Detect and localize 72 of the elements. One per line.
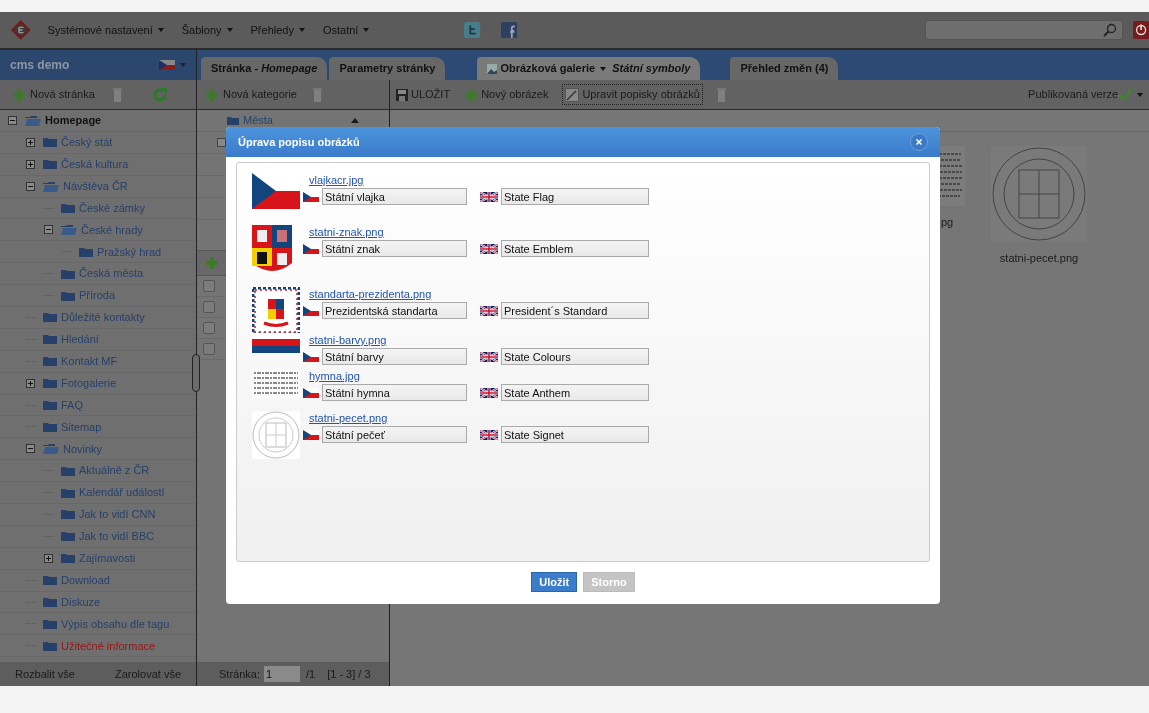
description-input[interactable]: Státní hymna <box>322 384 467 401</box>
tree-item[interactable]: Homepage <box>45 112 102 129</box>
page-input[interactable]: 1 <box>263 666 300 682</box>
tree-item[interactable]: Kontakt MF <box>61 353 118 370</box>
tab[interactable]: Stránka - Homepage <box>201 57 328 80</box>
new-page-button[interactable]: Nová stránka <box>12 86 95 103</box>
menu-item[interactable]: Systémové nastavení <box>47 21 153 39</box>
category-item[interactable]: Města <box>243 112 273 129</box>
description-input[interactable]: Prezidentská standarta <box>322 302 467 319</box>
description-input[interactable]: State Flag <box>501 188 649 205</box>
menu-item[interactable]: Ostatní <box>322 21 359 39</box>
tree-item[interactable]: Česká kultura <box>61 155 129 173</box>
description-input[interactable]: State Emblem <box>501 240 649 257</box>
description-input[interactable]: State Colours <box>501 348 649 365</box>
tree-item[interactable]: Návštěva ČR <box>63 177 128 195</box>
description-input[interactable]: State Anthem <box>501 384 649 401</box>
site-name: cms demo <box>10 57 70 74</box>
tree-item[interactable]: Jak to vidí CNN <box>79 506 156 523</box>
tree-item[interactable]: Důležité kontakty <box>61 309 145 326</box>
file-link[interactable]: statni-barvy.png <box>309 333 387 347</box>
tree-item[interactable]: Diskuze <box>61 593 101 611</box>
tree-item[interactable]: Užitečné informace <box>61 637 156 655</box>
tree-item[interactable]: Sitemap <box>61 418 102 436</box>
image-caption: pg <box>940 215 954 230</box>
footer-link[interactable]: Rozbalit vše <box>15 665 75 683</box>
dialog-button: Storno <box>583 572 635 592</box>
description-input[interactable]: State Signet <box>501 426 649 443</box>
tree-item[interactable]: Zajímavosti <box>79 550 136 567</box>
dialog-title: Úprava popisu obrázků <box>238 134 360 150</box>
tree-item[interactable]: Novinky <box>63 440 103 458</box>
toolbar-button[interactable]: Upravit popisky obrázků <box>562 84 703 105</box>
tree-item[interactable]: FAQ <box>61 396 83 414</box>
page-count: /1 <box>305 666 316 682</box>
description-input[interactable]: Státní vlajka <box>322 188 467 205</box>
tree-item[interactable]: Kalendář událostí <box>79 484 165 501</box>
file-link[interactable]: statni-pecet.png <box>309 411 388 425</box>
dialog-button[interactable]: Uložit <box>531 572 578 592</box>
tab[interactable]: Přehled změn (4) <box>730 57 839 80</box>
tree-item[interactable]: České hrady <box>81 221 143 239</box>
record-range: [1 - 3] / 3 <box>327 666 371 682</box>
toolbar-button[interactable]: Nový obrázek <box>464 86 549 103</box>
menu-item[interactable]: Šablony <box>181 21 222 39</box>
description-input[interactable]: Státní pečeť <box>322 426 467 443</box>
description-input[interactable]: Státní barvy <box>322 348 467 365</box>
tab[interactable]: Parametry stránky <box>329 57 446 80</box>
description-input[interactable]: Státní znak <box>322 240 467 257</box>
image-caption: statni-pecet.png <box>999 251 1079 266</box>
new-category-button[interactable]: Nová kategorie <box>205 86 297 103</box>
tab-subtitle: Státní symboly <box>612 61 691 77</box>
toolbar-button[interactable]: ULOŽIT <box>396 86 451 103</box>
menu-item[interactable]: Přehledy <box>250 21 294 39</box>
tree-item[interactable]: Jak to vidí BBC <box>79 528 155 545</box>
pager-label: Stránka: <box>219 666 260 682</box>
tree-item[interactable]: Český stát <box>61 134 113 151</box>
file-link[interactable]: vlajkacr.jpg <box>309 173 364 187</box>
tree-item[interactable]: Aktuálně z ČR <box>79 462 150 479</box>
tree-item[interactable]: Hledání <box>61 331 99 348</box>
description-input[interactable]: President´s Standard <box>501 302 649 319</box>
site-selector[interactable]: cms demo <box>0 50 197 80</box>
file-link[interactable]: standarta-prezidenta.png <box>309 287 432 301</box>
tree-item[interactable]: České zámky <box>79 199 146 217</box>
file-link[interactable]: hymna.jpg <box>309 369 360 383</box>
tab[interactable]: Obrázková galerie Státní symboly <box>477 57 701 80</box>
tree-item[interactable]: Výpis obsahu dle tagu <box>61 615 170 633</box>
published-version-dropdown[interactable]: Publikovaná verze <box>1028 86 1143 103</box>
tree-item[interactable]: Pražský hrad <box>97 243 162 261</box>
footer-link[interactable]: Zarolovat vše <box>114 665 181 683</box>
file-link[interactable]: statni-znak.png <box>309 225 384 239</box>
tree-item[interactable]: Česká města <box>79 265 144 282</box>
tree-item[interactable]: Fotogalerie <box>61 374 117 392</box>
tree-item[interactable]: Příroda <box>79 287 116 304</box>
tree-item[interactable]: Download <box>61 571 110 589</box>
